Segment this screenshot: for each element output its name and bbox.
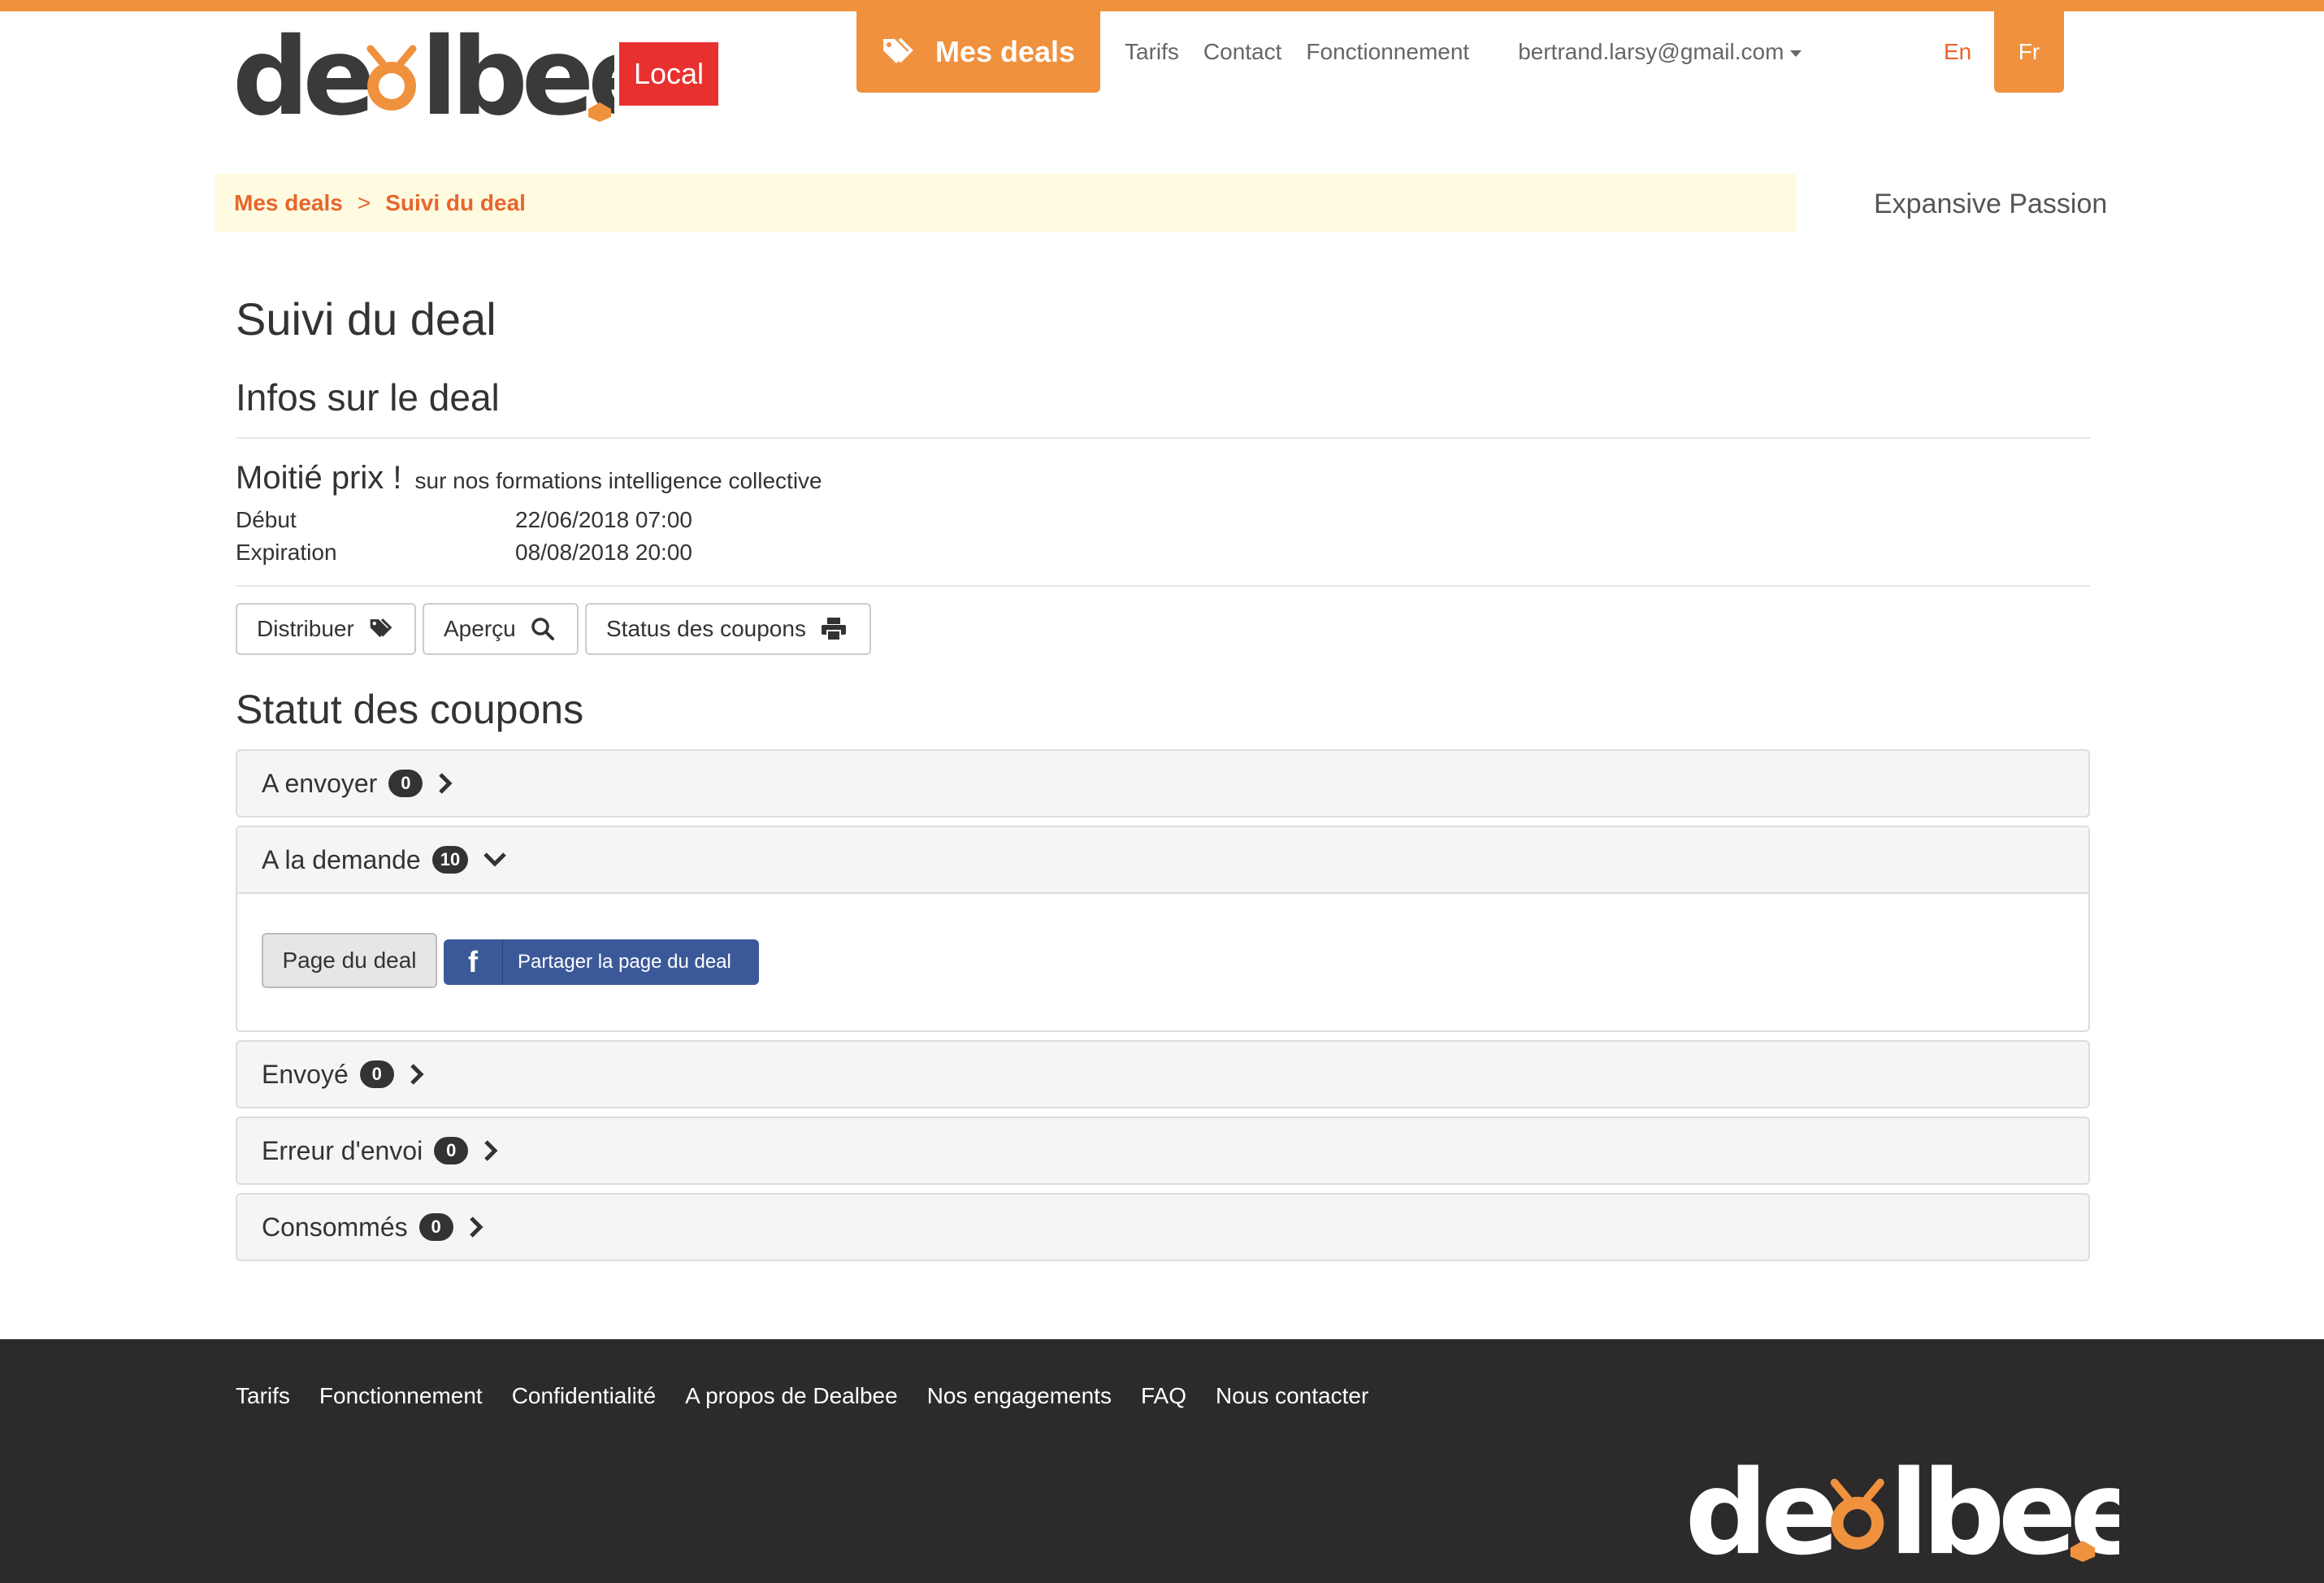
panel-header-a-envoyer[interactable]: A envoyer 0	[237, 751, 2088, 816]
chevron-right-icon	[483, 1139, 499, 1162]
page-title: Suivi du deal	[236, 293, 496, 345]
panel-a-la-demande: A la demande 10 Page du deal f Partager …	[236, 826, 2090, 1032]
coupon-status-label: Status des coupons	[606, 616, 806, 641]
tags-icon	[370, 618, 392, 638]
svg-text:de: de	[232, 24, 371, 122]
panel-label: Envoyé	[262, 1059, 349, 1089]
print-icon	[821, 618, 846, 641]
footer-link-tarifs[interactable]: Tarifs	[236, 1383, 290, 1409]
panel-label: Erreur d'envoi	[262, 1135, 423, 1165]
nav-tarifs[interactable]: Tarifs	[1125, 11, 1179, 93]
facebook-share-label: Partager la page du deal	[518, 951, 731, 973]
coupon-status-button[interactable]: Status des coupons	[585, 603, 871, 655]
chevron-right-icon	[437, 772, 453, 795]
distribute-label: Distribuer	[257, 616, 354, 641]
preview-label: Aperçu	[444, 616, 516, 641]
footer: Tarifs Fonctionnement Confidentialité A …	[0, 1339, 2324, 1583]
company-name: Expansive Passion	[1874, 189, 2108, 219]
local-badge: Local	[619, 42, 718, 106]
count-badge: 0	[418, 1213, 453, 1241]
panel-header-envoye[interactable]: Envoyé 0	[237, 1042, 2088, 1107]
footer-link-engagements[interactable]: Nos engagements	[927, 1383, 1112, 1409]
nav-mes-deals[interactable]: Mes deals	[856, 11, 1100, 93]
chevron-right-icon	[468, 1216, 484, 1238]
breadcrumb-suivi-du-deal[interactable]: Suivi du deal	[385, 190, 526, 216]
footer-link-confidentialite[interactable]: Confidentialité	[512, 1383, 656, 1409]
top-accent-bar	[0, 0, 2324, 11]
footer-link-fonctionnement[interactable]: Fonctionnement	[319, 1383, 483, 1409]
main-nav: Mes deals Tarifs Contact Fonctionnement …	[856, 11, 1802, 93]
panel-label: A la demande	[262, 844, 421, 874]
preview-button[interactable]: Aperçu	[423, 603, 579, 655]
lang-fr-button[interactable]: Fr	[1994, 11, 2064, 93]
chevron-right-icon	[409, 1063, 425, 1086]
coupons-status-title: Statut des coupons	[236, 687, 584, 732]
footer-link-faq[interactable]: FAQ	[1141, 1383, 1186, 1409]
count-badge: 0	[434, 1137, 469, 1164]
count-badge: 0	[388, 770, 423, 797]
search-icon	[531, 618, 554, 640]
panel-envoye: Envoyé 0	[236, 1040, 2090, 1108]
dealbee-logo-mark: de lbee	[232, 24, 614, 122]
facebook-icon: f	[444, 939, 503, 985]
divider	[236, 437, 2090, 439]
chevron-down-icon	[483, 851, 507, 869]
panel-header-consommes[interactable]: Consommés 0	[237, 1195, 2088, 1260]
start-label: Début	[236, 507, 297, 532]
deal-title: Moitié prix ! sur nos formations intellig…	[236, 460, 822, 497]
user-menu[interactable]: bertrand.larsy@gmail.com	[1518, 11, 1802, 93]
panel-header-a-la-demande[interactable]: A la demande 10	[237, 827, 2088, 894]
deal-headline: Moitié prix !	[236, 460, 402, 496]
count-badge: 0	[359, 1060, 394, 1088]
svg-text:lbee: lbee	[421, 24, 614, 122]
caret-down-icon	[1790, 50, 1802, 57]
panel-consommes: Consommés 0	[236, 1193, 2090, 1261]
deal-start-row: Début 22/06/2018 07:00	[236, 507, 692, 533]
panel-a-envoyer: A envoyer 0	[236, 749, 2090, 818]
lang-en-button[interactable]: En	[1944, 11, 1971, 93]
dealbee-logo[interactable]: de lbee	[232, 24, 614, 122]
footer-dealbee-logo[interactable]: de lbee	[1664, 1445, 2150, 1581]
svg-text:de: de	[1684, 1456, 1835, 1562]
nav-fonctionnement[interactable]: Fonctionnement	[1306, 11, 1469, 93]
breadcrumb-mes-deals[interactable]: Mes deals	[234, 190, 343, 216]
distribute-button[interactable]: Distribuer	[236, 603, 416, 655]
deal-expiry-row: Expiration 08/08/2018 20:00	[236, 540, 692, 566]
footer-link-contact[interactable]: Nous contacter	[1216, 1383, 1368, 1409]
start-value: 22/06/2018 07:00	[515, 507, 692, 532]
tags-icon	[882, 37, 913, 63]
dealbee-logo-mark: de lbee	[1684, 1445, 2150, 1581]
panel-header-erreur-envoi[interactable]: Erreur d'envoi 0	[237, 1118, 2088, 1183]
expiry-value: 08/08/2018 20:00	[515, 540, 692, 565]
nav-mes-deals-label: Mes deals	[934, 35, 1076, 68]
breadcrumb: Mes deals > Suivi du deal	[215, 174, 1796, 232]
panel-erreur-envoi: Erreur d'envoi 0	[236, 1117, 2090, 1185]
expiry-label: Expiration	[236, 540, 337, 565]
deal-subtitle: sur nos formations intelligence collecti…	[414, 468, 822, 493]
panel-label: A envoyer	[262, 768, 378, 798]
panel-label: Consommés	[262, 1212, 408, 1242]
count-badge: 10	[431, 846, 469, 874]
footer-link-a-propos[interactable]: A propos de Dealbee	[685, 1383, 898, 1409]
footer-links: Tarifs Fonctionnement Confidentialité A …	[236, 1383, 1368, 1409]
breadcrumb-separator: >	[357, 190, 371, 215]
deal-info-title: Infos sur le deal	[236, 376, 500, 419]
user-email: bertrand.larsy@gmail.com	[1518, 39, 1784, 64]
divider	[236, 585, 2090, 587]
deal-page-button[interactable]: Page du deal	[262, 933, 437, 988]
nav-contact[interactable]: Contact	[1203, 11, 1282, 93]
facebook-share-button[interactable]: f Partager la page du deal	[444, 939, 759, 985]
